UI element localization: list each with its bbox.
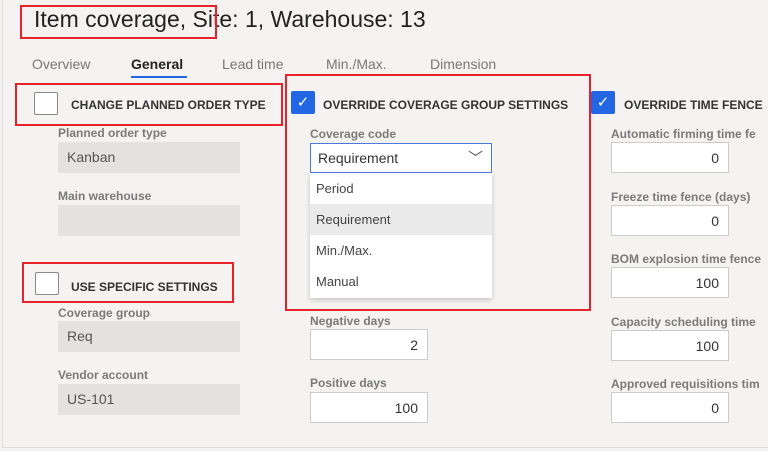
positive-days-label: Positive days — [310, 376, 387, 390]
option-requirement[interactable]: Requirement — [310, 204, 492, 235]
tab-selected-underline — [131, 76, 187, 78]
override-coverage-label: OVERRIDE COVERAGE GROUP SETTINGS — [323, 98, 569, 112]
coverage-group-field: Req — [58, 321, 240, 352]
freeze-time-fence-input[interactable]: 0 — [611, 205, 729, 236]
chevron-down-icon[interactable]: ﹀ — [468, 147, 483, 168]
use-specific-settings-label: USE SPECIFIC SETTINGS — [71, 280, 218, 294]
change-planned-order-type-checkbox[interactable] — [34, 92, 58, 115]
vendor-account-label: Vendor account — [58, 368, 149, 382]
bom-explosion-input[interactable]: 100 — [611, 267, 729, 298]
tab-min-max[interactable]: Min./Max. — [326, 56, 387, 72]
tab-lead-time[interactable]: Lead time — [222, 56, 283, 72]
coverage-group-label: Coverage group — [58, 306, 151, 320]
override-time-fence-checkbox[interactable]: ✓ — [591, 91, 615, 114]
negative-days-label: Negative days — [310, 314, 391, 328]
approved-requisitions-label: Approved requisitions tim — [611, 377, 760, 391]
automatic-firming-label: Automatic firming time fe — [611, 127, 756, 141]
bom-explosion-label: BOM explosion time fence — [611, 252, 762, 266]
tab-general[interactable]: General — [131, 56, 183, 72]
change-planned-order-type-label: CHANGE PLANNED ORDER TYPE — [71, 98, 266, 112]
capacity-scheduling-input[interactable]: 100 — [611, 330, 729, 361]
capacity-scheduling-label: Capacity scheduling time — [611, 315, 756, 329]
checkmark-icon: ✓ — [296, 94, 310, 111]
planned-order-type-field: Kanban — [58, 142, 240, 173]
option-period[interactable]: Period — [310, 173, 492, 204]
tab-overview[interactable]: Overview — [32, 56, 90, 72]
coverage-code-label: Coverage code — [310, 127, 397, 141]
option-manual[interactable]: Manual — [310, 266, 492, 297]
option-min-max[interactable]: Min./Max. — [310, 235, 492, 266]
override-coverage-checkbox[interactable]: ✓ — [291, 91, 315, 114]
tab-dimension[interactable]: Dimension — [430, 56, 496, 72]
coverage-code-value: Requirement — [318, 150, 399, 166]
vendor-account-field: US-101 — [58, 384, 240, 415]
override-time-fence-label: OVERRIDE TIME FENCE — [624, 98, 763, 112]
checkmark-icon: ✓ — [596, 94, 610, 111]
main-warehouse-field — [58, 205, 240, 236]
title-site-warehouse: Site: 1, Warehouse: 13 — [186, 6, 426, 32]
coverage-code-dropdown: Period Requirement Min./Max. Manual — [310, 173, 492, 298]
main-warehouse-label: Main warehouse — [58, 189, 152, 203]
automatic-firming-input[interactable]: 0 — [611, 142, 729, 173]
highlight-box-title — [20, 5, 217, 39]
approved-requisitions-input[interactable]: 0 — [611, 392, 729, 423]
positive-days-input[interactable]: 100 — [310, 392, 428, 423]
negative-days-input[interactable]: 2 — [310, 329, 428, 360]
freeze-time-fence-label: Freeze time fence (days) — [611, 190, 751, 204]
planned-order-type-label: Planned order type — [58, 126, 167, 140]
coverage-code-select[interactable]: Requirement ﹀ — [310, 143, 492, 173]
use-specific-settings-checkbox[interactable] — [35, 272, 59, 295]
